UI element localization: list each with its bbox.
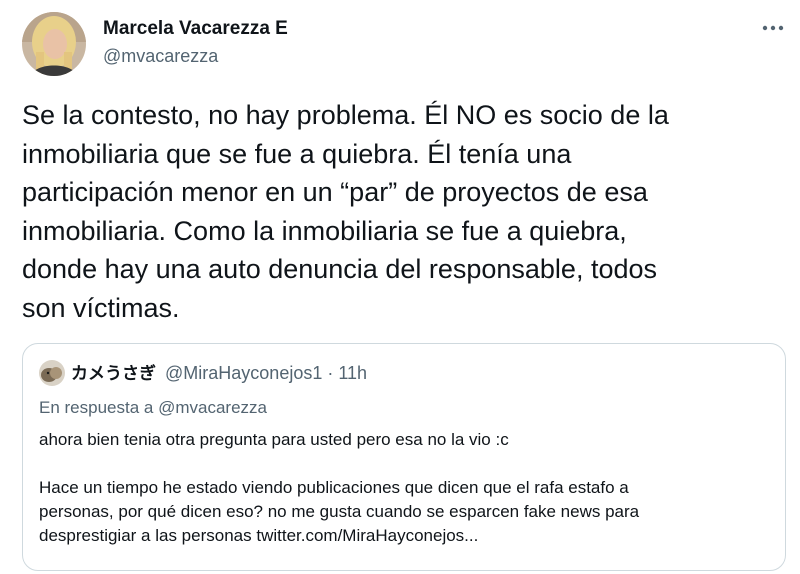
quoted-author-meta[interactable]: @MiraHayconejos1 · 11h xyxy=(165,363,367,383)
reply-prefix: En respuesta a xyxy=(39,398,154,417)
reply-mention-link[interactable]: @mvacarezza xyxy=(158,398,267,417)
tweet-text-line: Se la contesto, no hay problema. Él NO e… xyxy=(22,100,669,130)
quoted-tweet-card[interactable]: カメうさぎ @MiraHayconejos1 · 11h En respuest… xyxy=(22,343,786,571)
tweet-text: Se la contesto, no hay problema. Él NO e… xyxy=(22,96,788,327)
author-avatar[interactable] xyxy=(22,12,86,76)
quoted-tweet-header: カメうさぎ @MiraHayconejos1 · 11h xyxy=(71,362,367,385)
author-handle[interactable]: @mvacarezza xyxy=(103,46,218,67)
tweet-text-line: inmobiliaria. Como la inmobiliaria se fu… xyxy=(22,215,627,246)
quoted-text-line: ahora bien tenia otra pregunta para uste… xyxy=(39,430,509,449)
more-options-button[interactable] xyxy=(756,15,790,41)
tweet-text-line: donde hay una auto denuncia del responsa… xyxy=(22,254,658,284)
quoted-avatar-image xyxy=(39,360,65,386)
quoted-tweet-text: ahora bien tenia otra pregunta para uste… xyxy=(39,428,774,548)
quoted-text-line: personas, por qué dicen eso? no me gusta… xyxy=(39,502,640,521)
tweet-text-line: inmobiliaria que se fue a quiebra. Él te… xyxy=(22,138,572,169)
quoted-text-line: desprestigiar a las personas twitter.com… xyxy=(39,526,479,545)
avatar-image xyxy=(22,12,86,76)
tweet-text-line: son víctimas. xyxy=(22,292,180,323)
reply-context: En respuesta a @mvacarezza xyxy=(39,398,267,418)
quoted-text-line: Hace un tiempo he estado viendo publicac… xyxy=(39,478,629,497)
quoted-author-name[interactable]: カメうさぎ xyxy=(71,364,156,384)
tweet-text-line: participación menor en un “par” de proye… xyxy=(22,177,648,207)
more-horizontal-icon xyxy=(762,25,784,31)
author-name[interactable]: Marcela Vacarezza E xyxy=(103,18,288,40)
quoted-author-avatar[interactable] xyxy=(39,360,65,386)
